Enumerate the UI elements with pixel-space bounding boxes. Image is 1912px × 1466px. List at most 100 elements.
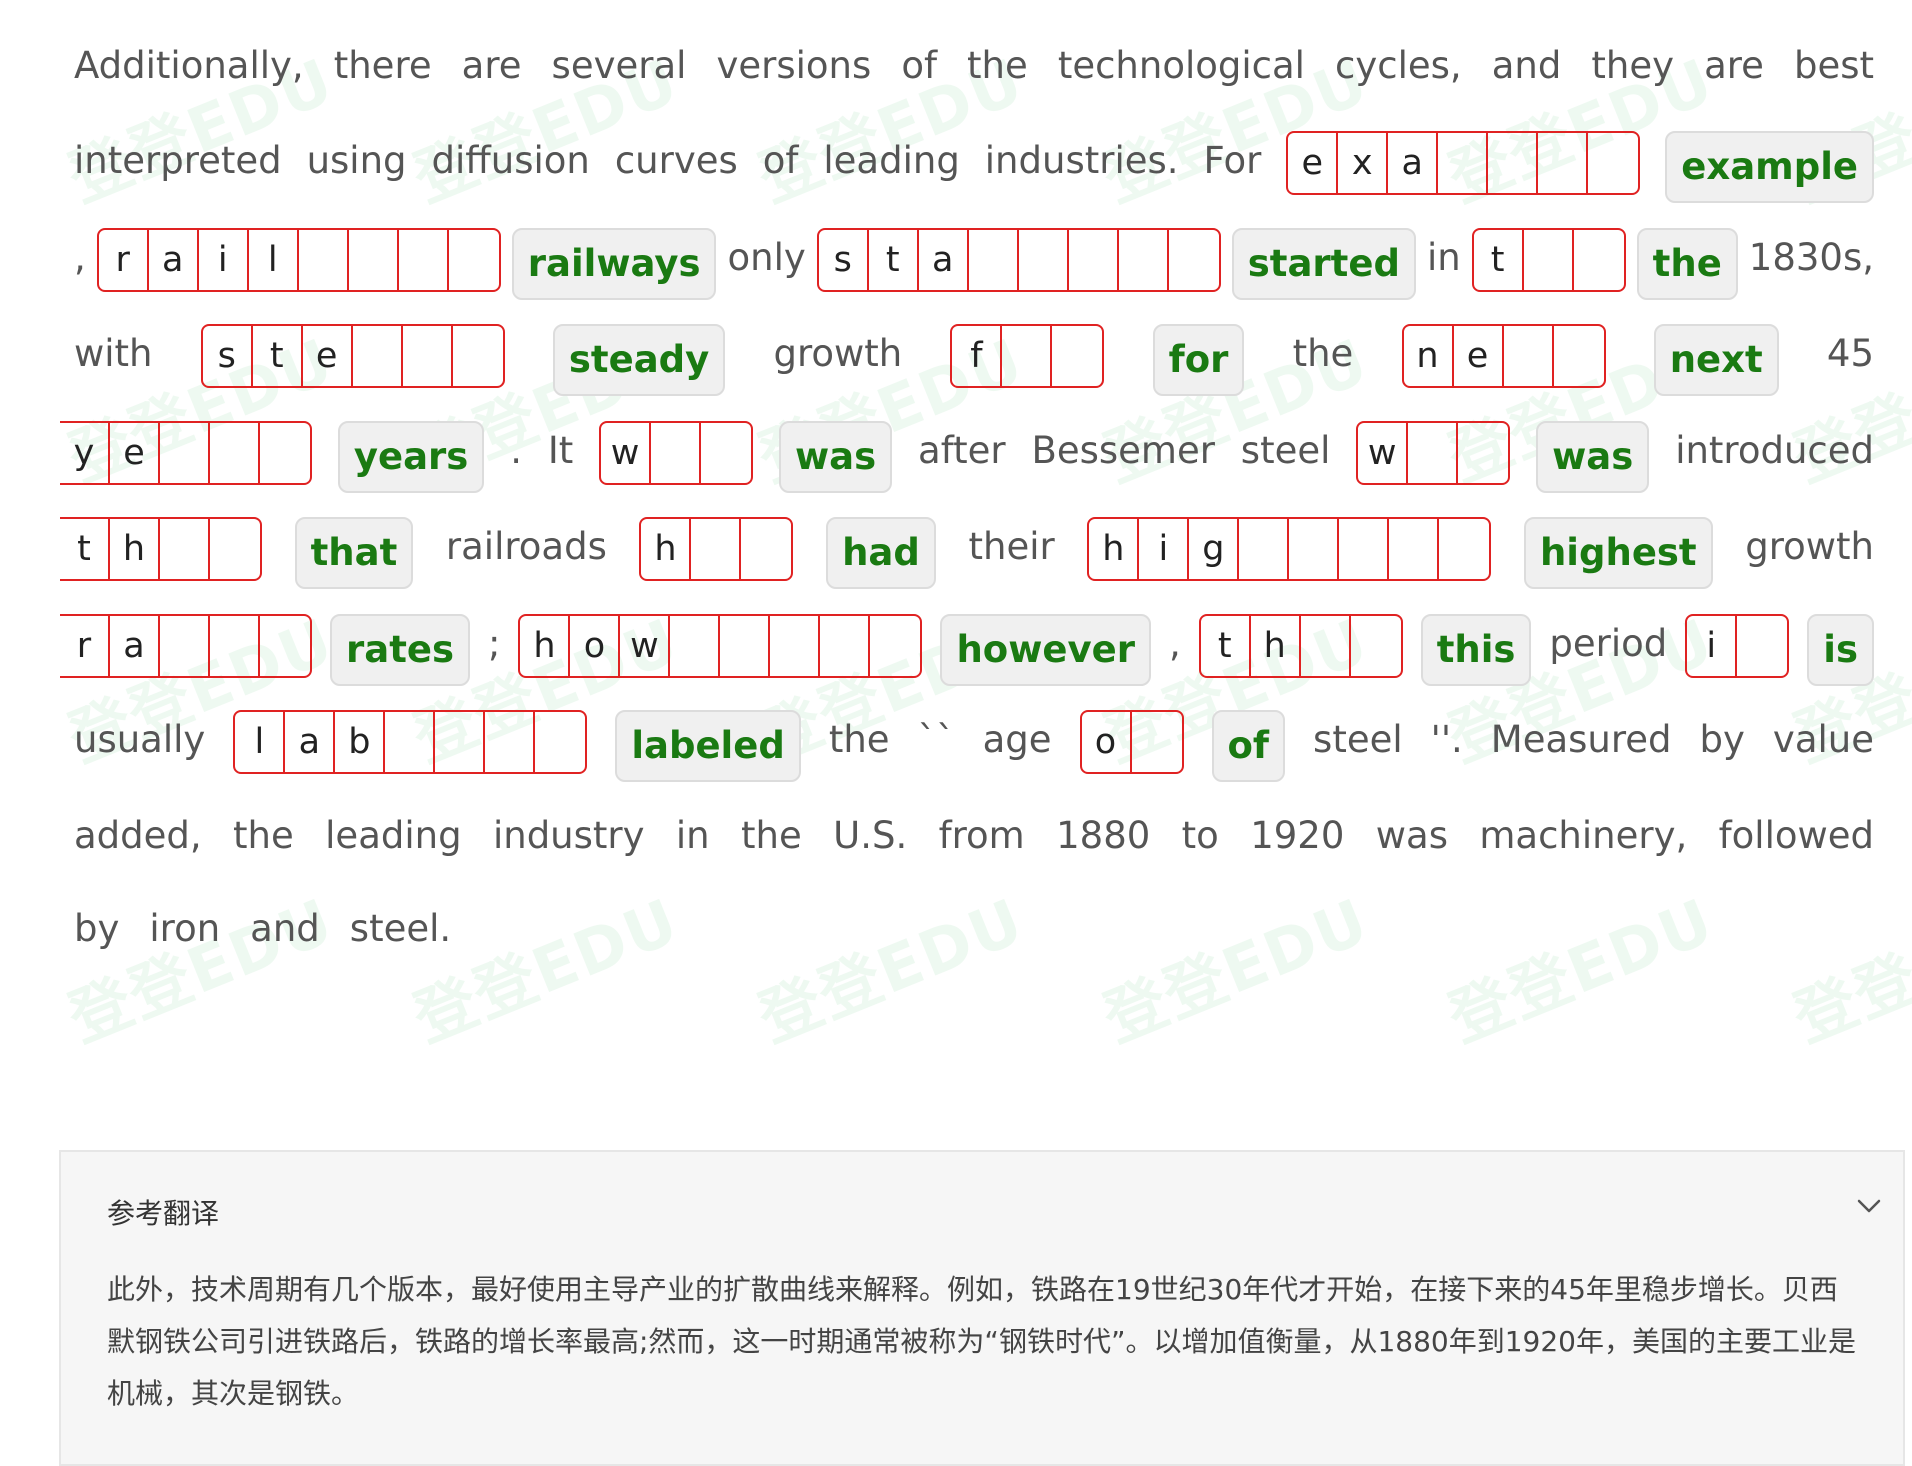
letter-cell[interactable]: e xyxy=(1288,133,1339,193)
letter-cell[interactable] xyxy=(1488,133,1539,193)
letter-cell[interactable] xyxy=(1351,616,1401,676)
letter-cell[interactable]: t xyxy=(1474,230,1524,290)
letter-cell[interactable]: i xyxy=(1687,616,1738,676)
letter-cell[interactable] xyxy=(349,230,399,290)
letter-cell[interactable]: s xyxy=(203,326,253,386)
letter-cell[interactable] xyxy=(1169,230,1219,290)
letter-cell[interactable] xyxy=(453,326,503,386)
letter-cell[interactable] xyxy=(1301,616,1351,676)
letter-cell[interactable] xyxy=(1239,519,1290,579)
letter-input-grid[interactable]: rail xyxy=(96,228,501,292)
letter-input-grid[interactable]: sta xyxy=(816,228,1221,292)
letter-cell[interactable] xyxy=(670,616,721,676)
letter-input-grid[interactable]: i xyxy=(1685,614,1790,678)
letter-cell[interactable] xyxy=(1389,519,1440,579)
letter-cell[interactable] xyxy=(1019,230,1069,290)
letter-cell[interactable] xyxy=(1524,230,1574,290)
letter-cell[interactable] xyxy=(385,712,436,772)
letter-cell[interactable] xyxy=(403,326,453,386)
letter-cell[interactable]: w xyxy=(620,616,671,676)
letter-cell[interactable]: i xyxy=(1139,519,1190,579)
letter-cell[interactable] xyxy=(1119,230,1169,290)
letter-cell[interactable] xyxy=(299,230,349,290)
letter-cell[interactable]: a xyxy=(919,230,969,290)
letter-input-grid[interactable]: ra xyxy=(60,614,312,678)
letter-cell[interactable] xyxy=(741,519,791,579)
letter-cell[interactable]: g xyxy=(1189,519,1240,579)
letter-cell[interactable]: e xyxy=(1454,326,1504,386)
letter-cell[interactable] xyxy=(1339,519,1390,579)
letter-cell[interactable] xyxy=(210,616,260,676)
letter-cell[interactable] xyxy=(1574,230,1624,290)
letter-cell[interactable] xyxy=(770,616,821,676)
letter-cell[interactable] xyxy=(701,423,751,483)
letter-cell[interactable]: t xyxy=(60,519,110,579)
letter-cell[interactable] xyxy=(260,423,310,483)
letter-cell[interactable]: r xyxy=(60,616,110,676)
letter-cell[interactable] xyxy=(435,712,486,772)
letter-cell[interactable]: o xyxy=(1082,712,1132,772)
letter-cell[interactable]: h xyxy=(1251,616,1301,676)
letter-cell[interactable] xyxy=(210,423,260,483)
letter-cell[interactable]: i xyxy=(199,230,249,290)
letter-input-grid[interactable]: how xyxy=(518,614,923,678)
letter-cell[interactable]: t xyxy=(869,230,919,290)
letter-input-grid[interactable]: exa xyxy=(1286,131,1641,195)
letter-input-grid[interactable]: th xyxy=(1198,614,1403,678)
letter-cell[interactable]: l xyxy=(235,712,286,772)
letter-cell[interactable] xyxy=(1458,423,1508,483)
letter-input-grid[interactable]: ye xyxy=(60,421,312,485)
letter-cell[interactable]: w xyxy=(1358,423,1409,483)
letter-cell[interactable]: b xyxy=(335,712,386,772)
letter-cell[interactable]: l xyxy=(249,230,299,290)
letter-cell[interactable] xyxy=(1439,519,1489,579)
letter-cell[interactable] xyxy=(1132,712,1182,772)
letter-cell[interactable] xyxy=(870,616,920,676)
letter-cell[interactable] xyxy=(399,230,449,290)
letter-cell[interactable]: a xyxy=(149,230,199,290)
letter-cell[interactable]: x xyxy=(1338,133,1389,193)
letter-cell[interactable] xyxy=(1002,326,1053,386)
letter-cell[interactable]: h xyxy=(1089,519,1140,579)
letter-cell[interactable] xyxy=(1588,133,1638,193)
letter-cell[interactable] xyxy=(1504,326,1554,386)
letter-input-grid[interactable]: w xyxy=(599,421,754,485)
letter-cell[interactable]: r xyxy=(99,230,149,290)
letter-cell[interactable]: h xyxy=(520,616,571,676)
letter-cell[interactable] xyxy=(353,326,403,386)
letter-cell[interactable]: e xyxy=(303,326,353,386)
letter-cell[interactable]: a xyxy=(110,616,160,676)
letter-cell[interactable] xyxy=(485,712,536,772)
letter-cell[interactable] xyxy=(160,423,210,483)
letter-input-grid[interactable]: hig xyxy=(1087,517,1492,581)
letter-cell[interactable] xyxy=(535,712,585,772)
letter-input-grid[interactable]: ne xyxy=(1401,324,1606,388)
letter-cell[interactable]: w xyxy=(601,423,652,483)
letter-cell[interactable]: t xyxy=(1201,616,1251,676)
letter-cell[interactable]: o xyxy=(570,616,621,676)
letter-cell[interactable] xyxy=(449,230,499,290)
letter-input-grid[interactable]: f xyxy=(950,324,1105,388)
letter-cell[interactable] xyxy=(1289,519,1340,579)
letter-input-grid[interactable]: lab xyxy=(233,710,588,774)
letter-cell[interactable]: a xyxy=(1388,133,1439,193)
letter-cell[interactable] xyxy=(160,519,210,579)
letter-cell[interactable] xyxy=(210,519,260,579)
letter-cell[interactable] xyxy=(1538,133,1589,193)
letter-cell[interactable]: h xyxy=(641,519,692,579)
letter-cell[interactable] xyxy=(1069,230,1119,290)
letter-cell[interactable]: t xyxy=(253,326,303,386)
letter-cell[interactable] xyxy=(651,423,702,483)
letter-cell[interactable] xyxy=(1737,616,1787,676)
letter-cell[interactable]: h xyxy=(110,519,160,579)
letter-cell[interactable] xyxy=(160,616,210,676)
letter-cell[interactable] xyxy=(1408,423,1459,483)
letter-input-grid[interactable]: ste xyxy=(200,324,505,388)
letter-input-grid[interactable]: th xyxy=(60,517,262,581)
chevron-down-icon[interactable] xyxy=(1855,1196,1883,1216)
letter-cell[interactable] xyxy=(260,616,310,676)
letter-cell[interactable]: y xyxy=(60,423,110,483)
letter-input-grid[interactable]: h xyxy=(639,517,794,581)
letter-cell[interactable] xyxy=(969,230,1019,290)
letter-cell[interactable]: a xyxy=(285,712,336,772)
